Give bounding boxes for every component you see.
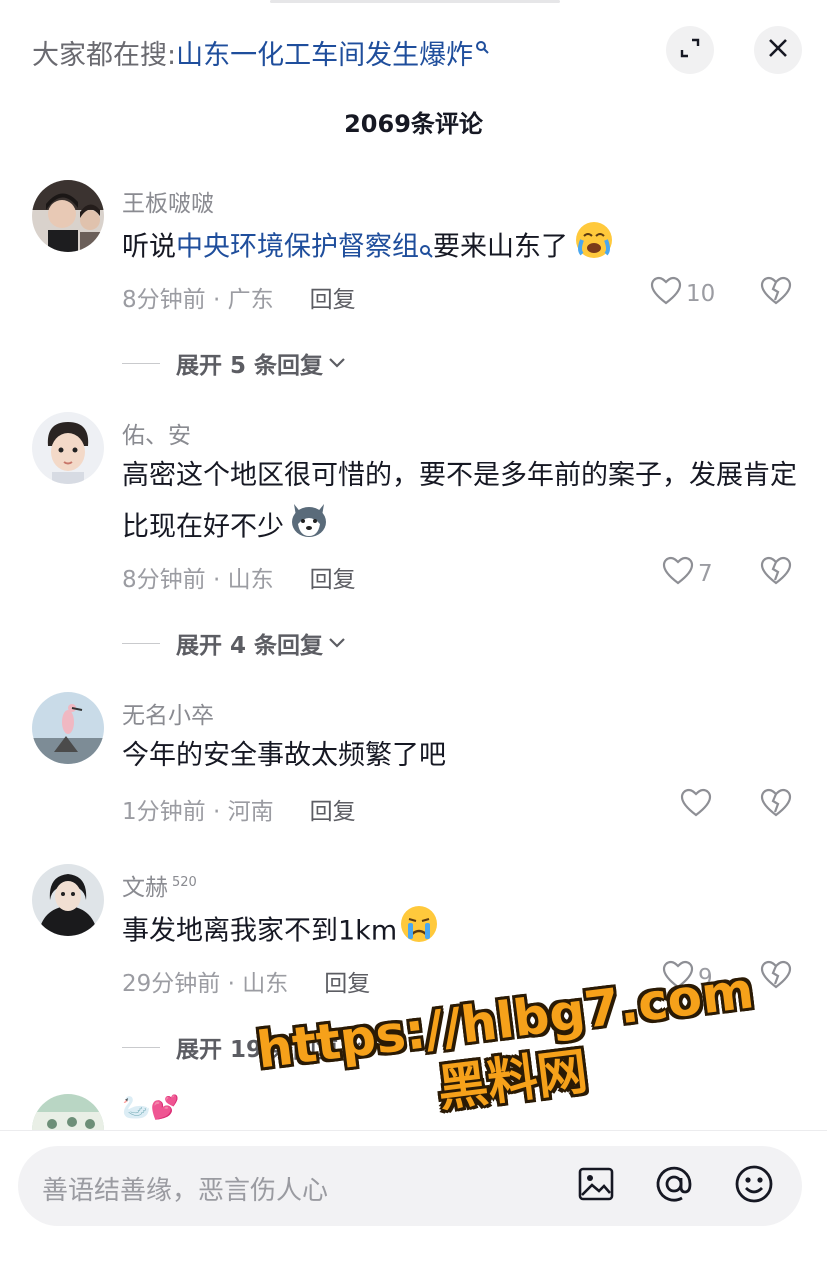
comment-text: 高密这个地区很可惜的，要不是多年前的案子，发展肯定比现在好不少 (122, 452, 802, 556)
comment-meta: 29分钟前 · 山东 回复 (122, 964, 370, 998)
comment-meta: 8分钟前 · 山东 回复 (122, 560, 356, 594)
comment-text: 事发地离我家不到1km (122, 904, 802, 960)
comment-time-location: 8分钟前 · 山东 (122, 567, 274, 593)
search-icon (475, 30, 489, 61)
username-badge: 520 (172, 875, 197, 891)
reply-button[interactable]: 回复 (324, 964, 370, 998)
comment-meta: 8分钟前 · 广东 回复 (122, 280, 356, 314)
like-count: 10 (686, 281, 716, 307)
expand-replies-button[interactable]: 展开 19 条回复 (122, 1030, 363, 1064)
divider-line (122, 642, 160, 644)
chevron-down-icon (327, 630, 347, 656)
divider-line (122, 362, 160, 364)
comment-username-text: 文赫 (122, 875, 168, 901)
like-button[interactable]: 10 (650, 276, 715, 312)
chevron-down-icon (343, 1034, 363, 1060)
top-edge (0, 0, 827, 4)
comment-username[interactable]: 🦢💕 (122, 1094, 179, 1121)
avatar[interactable] (32, 412, 104, 484)
heart-icon (662, 960, 694, 996)
avatar[interactable] (32, 180, 104, 252)
heart-icon (680, 788, 712, 824)
like-count: 7 (698, 561, 713, 587)
at-icon (654, 1164, 694, 1208)
expand-replies-label: 展开 5 条回复 (176, 353, 324, 379)
comment-username[interactable]: 无名小卒 (122, 696, 214, 730)
search-icon (419, 226, 433, 274)
input-divider (0, 1130, 827, 1131)
comment-input[interactable]: 善语结善缘，恶言伤人心 (18, 1146, 802, 1226)
reply-button[interactable]: 回复 (310, 792, 356, 826)
close-icon (767, 37, 789, 63)
comment-time-location: 1分钟前 · 河南 (122, 799, 274, 825)
husky-dog-emoji-icon (288, 500, 330, 556)
broken-heart-icon (760, 556, 792, 590)
comment-count: 2069条评论 (344, 110, 483, 138)
divider-line (122, 1046, 160, 1048)
chevron-down-icon (327, 350, 347, 376)
heart-icon (662, 556, 694, 592)
broken-heart-icon (760, 788, 792, 822)
emoji-icon (734, 1164, 774, 1208)
comment-username[interactable]: 文赫 520 (122, 868, 197, 902)
image-button[interactable] (574, 1164, 618, 1208)
broken-heart-icon (760, 276, 792, 310)
expand-icon (679, 37, 701, 63)
avatar[interactable] (32, 692, 104, 764)
heart-icon (650, 276, 682, 312)
reply-button[interactable]: 回复 (310, 280, 356, 314)
broken-heart-icon (760, 960, 792, 994)
close-button[interactable] (754, 26, 802, 74)
comment-meta: 1分钟前 · 河南 回复 (122, 792, 356, 826)
image-icon (577, 1166, 615, 1206)
trending-search-hint[interactable]: 大家都在搜: 山东一化工车间发生爆炸 (32, 30, 489, 74)
crying-face-emoji-icon (399, 904, 439, 960)
expand-replies-label: 展开 4 条回复 (176, 633, 324, 659)
dislike-button[interactable] (760, 556, 792, 590)
expand-replies-button[interactable]: 展开 5 条回复 (122, 346, 347, 380)
comment-text-body: 事发地离我家不到1km (122, 915, 398, 947)
comment-text: 今年的安全事故太频繁了吧 (122, 740, 446, 771)
expand-replies-button[interactable]: 展开 4 条回复 (122, 626, 347, 660)
mention-button[interactable] (652, 1164, 696, 1208)
comment-text-after: 要来山东了 (433, 231, 568, 263)
comment-text-plain: 听说 (122, 231, 176, 263)
dislike-button[interactable] (760, 276, 792, 310)
expand-replies-label: 展开 19 条回复 (176, 1037, 340, 1063)
reply-button[interactable]: 回复 (310, 560, 356, 594)
comment-username[interactable]: 佑、安 (122, 416, 191, 450)
trending-prefix: 大家都在搜: (32, 39, 177, 71)
comment-text: 听说中央环境保护督察组 要来山东了 (122, 220, 802, 276)
like-button[interactable]: 9 (662, 960, 713, 996)
comment-time-location: 29分钟前 · 山东 (122, 971, 289, 997)
top-edge-fragment (270, 0, 560, 3)
dislike-button[interactable] (760, 960, 792, 994)
avatar[interactable] (32, 864, 104, 936)
crying-face-emoji-icon (574, 220, 614, 276)
emoji-button[interactable] (732, 1164, 776, 1208)
avatar[interactable] (32, 1094, 104, 1130)
comment-time-location: 8分钟前 · 广东 (122, 287, 274, 313)
comment-text-body: 高密这个地区很可惜的，要不是多年前的案子，发展肯定比现在好不少 (122, 460, 797, 543)
trending-query-link[interactable]: 山东一化工车间发生爆炸 (176, 33, 473, 72)
dislike-button[interactable] (760, 788, 792, 822)
expand-button[interactable] (666, 26, 714, 74)
comment-text-link[interactable]: 中央环境保护督察组 (176, 232, 419, 263)
comment-item: 🦢💕 (0, 1094, 827, 1130)
like-count: 9 (698, 965, 713, 991)
like-button[interactable] (680, 788, 712, 824)
comment-input-placeholder: 善语结善缘，恶言伤人心 (42, 1176, 329, 1206)
comment-username[interactable]: 王板啵啵 (122, 184, 214, 218)
like-button[interactable]: 7 (662, 556, 713, 592)
